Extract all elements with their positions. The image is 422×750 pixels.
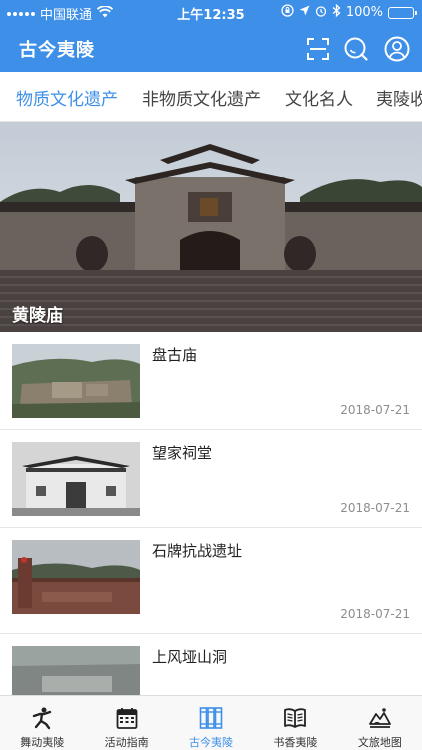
hero-caption: 黄陵庙 — [12, 306, 63, 326]
hero-image — [0, 122, 422, 332]
category-tabs: 物质文化遗产 非物质文化遗产 文化名人 夷陵收 — [0, 72, 422, 122]
tabbar-item-activity-guide[interactable]: 活动指南 — [84, 696, 168, 750]
tabbar-label: 活动指南 — [104, 736, 149, 749]
item-date: 2018-07-21 — [340, 501, 410, 515]
list-item[interactable]: 望家祠堂 2018-07-21 — [0, 430, 422, 528]
item-title: 望家祠堂 — [152, 444, 213, 462]
alarm-icon — [315, 5, 327, 21]
tabbar-label: 舞动夷陵 — [20, 736, 65, 749]
item-date: 2018-07-21 — [340, 607, 410, 621]
thumbnail-image — [12, 442, 140, 516]
tab-material-heritage[interactable]: 物质文化遗产 — [16, 85, 118, 110]
books-icon — [199, 706, 223, 730]
heritage-list: 盘古庙 2018-07-21 望家祠堂 2018-07-21 石牌抗战遗址 20… — [0, 332, 422, 695]
tabbar-label: 古今夷陵 — [189, 736, 234, 749]
thumbnail-image — [12, 540, 140, 614]
tabbar-item-culture-tourism-map[interactable]: 文旅地图 — [338, 696, 422, 750]
item-title: 上风垭山洞 — [152, 648, 228, 666]
app-header: 古今夷陵 — [0, 24, 422, 72]
list-item[interactable]: 石牌抗战遗址 2018-07-21 — [0, 528, 422, 634]
tabbar-item-dance-yiling[interactable]: 舞动夷陵 — [0, 696, 84, 750]
item-title: 盘古庙 — [152, 346, 198, 364]
book-open-icon — [283, 706, 307, 730]
dancer-icon — [30, 706, 54, 730]
thumbnail-image — [12, 344, 140, 418]
bottom-tab-bar: 舞动夷陵 活动指南 古今夷陵 书香夷陵 文旅地图 — [0, 695, 422, 750]
list-item[interactable]: 上风垭山洞 — [0, 634, 422, 695]
page-title: 古今夷陵 — [19, 40, 95, 61]
tab-cultural-celebrities[interactable]: 文化名人 — [285, 85, 353, 110]
item-date: 2018-07-21 — [340, 403, 410, 417]
tabbar-item-ancient-modern-yiling[interactable]: 古今夷陵 — [169, 696, 253, 750]
tabbar-item-bookish-yiling[interactable]: 书香夷陵 — [253, 696, 337, 750]
status-bar: 中国联通 上午12:35 100% — [0, 0, 422, 24]
thumbnail-image — [12, 646, 140, 695]
battery-icon — [388, 6, 417, 19]
location-icon — [299, 5, 310, 20]
tabbar-label: 书香夷陵 — [273, 736, 318, 749]
tabbar-label: 文旅地图 — [357, 736, 402, 749]
orientation-lock-icon — [281, 4, 294, 21]
status-right: 100% — [281, 3, 417, 21]
map-icon — [368, 706, 392, 730]
scan-icon[interactable] — [305, 36, 331, 62]
tab-intangible-heritage[interactable]: 非物质文化遗产 — [142, 85, 261, 110]
battery-percent: 100% — [345, 5, 383, 20]
chat-search-icon[interactable] — [343, 36, 369, 62]
item-title: 石牌抗战遗址 — [152, 542, 243, 560]
tab-yiling-collection[interactable]: 夷陵收 — [376, 85, 422, 110]
list-item[interactable]: 盘古庙 2018-07-21 — [0, 332, 422, 430]
user-icon[interactable] — [384, 36, 410, 62]
hero-banner[interactable]: 黄陵庙 — [0, 122, 422, 332]
calendar-icon — [115, 706, 139, 730]
bluetooth-icon — [332, 3, 341, 21]
